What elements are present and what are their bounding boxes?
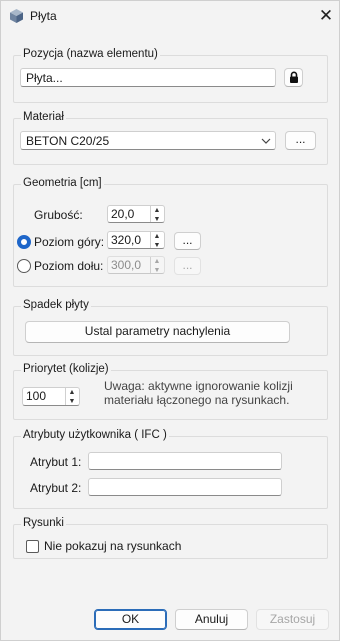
material-select[interactable]: BETON C20/25	[20, 131, 276, 150]
group-atrybuty: Atrybuty użytkownika ( IFC )	[13, 429, 328, 509]
grubosc-label: Grubość:	[34, 208, 83, 222]
window-title: Płyta	[30, 9, 57, 23]
atrybut2-input[interactable]	[88, 478, 282, 496]
spin-down-icon[interactable]: ▼	[151, 241, 163, 250]
material-selected-value: BETON C20/25	[26, 134, 110, 148]
close-button[interactable]: ✕	[315, 6, 337, 26]
poziom-gory-value: 320,0	[111, 233, 142, 247]
poziom-dolu-browse-button[interactable]: ...	[174, 257, 201, 275]
spin-down-icon[interactable]: ▼	[66, 397, 78, 406]
apply-button[interactable]: Zastosuj	[256, 609, 329, 630]
grubosc-value: 20,0	[111, 207, 135, 221]
atrybut2-label: Atrybut 2:	[30, 481, 82, 495]
poziom-gory-label: Poziom góry:	[34, 235, 105, 249]
group-geometria-legend: Geometria [cm]	[21, 177, 104, 189]
spin-down-icon[interactable]: ▼	[151, 266, 163, 275]
ustal-nachylenie-button[interactable]: Ustal parametry nachylenia	[25, 321, 290, 343]
group-spadek-legend: Spadek płyty	[21, 299, 91, 311]
priorytet-input[interactable]: 100 ▲ ▼	[22, 387, 80, 406]
poziom-dolu-label: Poziom dołu:	[34, 259, 104, 273]
poziom-gory-browse-button[interactable]: ...	[174, 232, 201, 250]
priorytet-note-line1: Uwaga: aktywne ignorowanie kolizji	[104, 379, 293, 393]
priorytet-note-line2: materiału łączonego na rysunkach.	[104, 393, 290, 407]
grubosc-spinner[interactable]: ▲ ▼	[150, 206, 163, 224]
poziom-gory-input[interactable]: 320,0 ▲ ▼	[107, 231, 165, 249]
cube-icon	[10, 9, 23, 23]
pozycja-name-input[interactable]: Płyta...	[20, 68, 276, 87]
lock-button[interactable]	[284, 68, 303, 87]
grubosc-input[interactable]: 20,0 ▲ ▼	[107, 205, 165, 223]
spin-up-icon[interactable]: ▲	[151, 232, 163, 241]
spin-down-icon[interactable]: ▼	[151, 215, 163, 224]
dialog-window: Płyta ✕ Pozycja (nazwa elementu) Płyta..…	[0, 0, 340, 641]
poziom-dolu-input[interactable]: 300,0 ▲ ▼	[107, 256, 165, 274]
atrybut1-input[interactable]	[88, 452, 282, 470]
group-rysunki-legend: Rysunki	[21, 517, 66, 529]
material-browse-button[interactable]: ...	[285, 131, 316, 150]
poziom-dolu-spinner[interactable]: ▲ ▼	[150, 257, 163, 275]
poziom-dolu-radio[interactable]	[17, 259, 31, 273]
priorytet-spinner[interactable]: ▲ ▼	[65, 388, 78, 405]
nie-pokazuj-label[interactable]: Nie pokazuj na rysunkach	[44, 539, 181, 553]
priorytet-value: 100	[26, 389, 47, 403]
lock-icon	[290, 71, 298, 83]
poziom-gory-radio[interactable]	[17, 235, 31, 249]
spin-up-icon[interactable]: ▲	[66, 388, 78, 397]
group-material-legend: Materiał	[21, 111, 66, 123]
chevron-down-icon	[261, 138, 271, 144]
group-priorytet-legend: Priorytet (kolizje)	[21, 363, 111, 375]
spin-up-icon[interactable]: ▲	[151, 257, 163, 266]
poziom-gory-spinner[interactable]: ▲ ▼	[150, 232, 163, 250]
ok-button[interactable]: OK	[94, 609, 167, 630]
nie-pokazuj-checkbox[interactable]	[26, 540, 39, 553]
group-pozycja-legend: Pozycja (nazwa elementu)	[21, 48, 160, 60]
poziom-dolu-value: 300,0	[111, 258, 142, 272]
atrybut1-label: Atrybut 1:	[30, 455, 82, 469]
cancel-button[interactable]: Anuluj	[175, 609, 248, 630]
title-bar[interactable]: Płyta ✕	[1, 1, 339, 31]
spin-up-icon[interactable]: ▲	[151, 206, 163, 215]
group-atrybuty-legend: Atrybuty użytkownika ( IFC )	[21, 429, 169, 441]
